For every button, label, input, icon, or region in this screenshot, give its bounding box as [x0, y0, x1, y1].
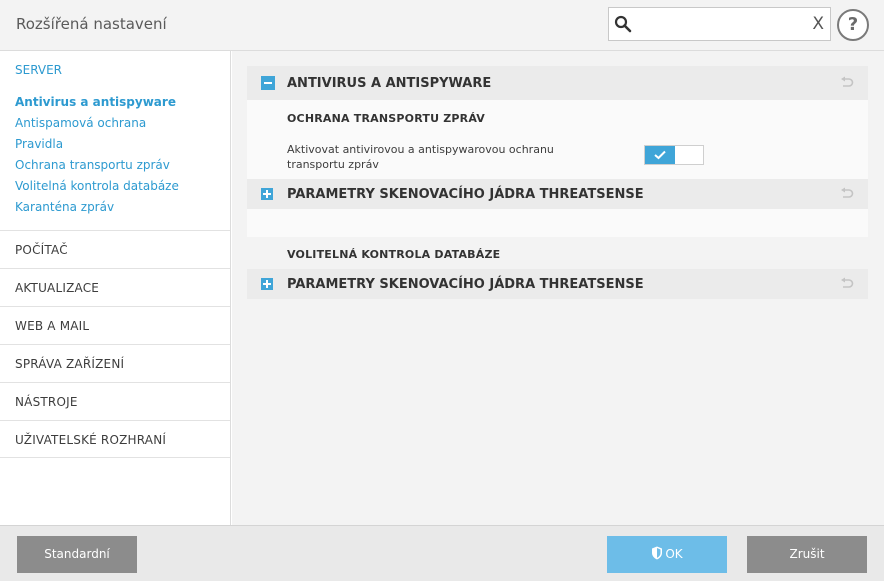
sidebar-category-user-interface[interactable]: UŽIVATELSKÉ ROZHRANÍ — [0, 420, 230, 458]
transport-protection-toggle[interactable] — [644, 145, 704, 165]
collapse-icon[interactable] — [261, 76, 275, 90]
footer-bar: Standardní OK Zrušit — [0, 525, 884, 581]
sidebar-item-quarantine[interactable]: Karanténa zpráv — [15, 200, 179, 221]
engine-params-label-2: PARAMETRY SKENOVACÍHO JÁDRA THREATSENSE — [287, 277, 644, 292]
engine-params-label-1: PARAMETRY SKENOVACÍHO JÁDRA THREATSENSE — [287, 187, 644, 202]
sidebar-categories: POČÍTAČ AKTUALIZACE WEB A MAIL SPRÁVA ZA… — [0, 230, 230, 458]
sidebar-category-tools[interactable]: NÁSTROJE — [0, 382, 230, 420]
window-header: Rozšířená nastavení X ? — [0, 0, 884, 51]
database-scan-heading: VOLITELNÁ KONTROLA DATABÁZE — [287, 248, 501, 261]
expand-icon[interactable] — [261, 278, 273, 290]
cancel-button[interactable]: Zrušit — [747, 536, 867, 573]
revert-icon[interactable] — [840, 76, 854, 90]
transport-protection-group: OCHRANA TRANSPORTU ZPRÁV Aktivovat antiv… — [247, 100, 868, 179]
sidebar: SERVER Antivirus a antispyware Antispamo… — [0, 51, 231, 525]
shield-icon — [652, 546, 663, 560]
spacer-row — [247, 209, 868, 237]
section-header-antivirus[interactable]: ANTIVIRUS A ANTISPYWARE — [247, 66, 868, 100]
standard-button[interactable]: Standardní — [17, 536, 137, 573]
sidebar-item-rules[interactable]: Pravidla — [15, 137, 179, 158]
sidebar-section-server[interactable]: SERVER — [15, 63, 62, 77]
engine-params-row-2[interactable]: PARAMETRY SKENOVACÍHO JÁDRA THREATSENSE — [247, 269, 868, 299]
toggle-on-state — [645, 146, 675, 164]
transport-heading: OCHRANA TRANSPORTU ZPRÁV — [287, 112, 486, 125]
transport-option-label: Aktivovat antivirovou a antispywarovou o… — [287, 143, 554, 171]
search-icon — [614, 15, 632, 33]
database-scan-group: VOLITELNÁ KONTROLA DATABÁZE — [247, 237, 868, 269]
clear-search-icon[interactable]: X — [812, 14, 824, 34]
sidebar-item-antispam[interactable]: Antispamová ochrana — [15, 116, 179, 137]
sidebar-category-computer[interactable]: POČÍTAČ — [0, 230, 230, 268]
revert-icon[interactable] — [840, 187, 854, 201]
search-input[interactable] — [639, 12, 809, 36]
checkmark-icon — [654, 150, 666, 160]
settings-panel: ANTIVIRUS A ANTISPYWARE OCHRANA TRANSPOR… — [232, 51, 884, 525]
sidebar-item-database-scan[interactable]: Volitelná kontrola databáze — [15, 179, 179, 200]
search-box[interactable]: X — [608, 7, 831, 41]
engine-params-row-1[interactable]: PARAMETRY SKENOVACÍHO JÁDRA THREATSENSE — [247, 179, 868, 209]
sidebar-category-update[interactable]: AKTUALIZACE — [0, 268, 230, 306]
revert-icon[interactable] — [840, 277, 854, 291]
section-title: ANTIVIRUS A ANTISPYWARE — [287, 76, 492, 91]
expand-icon[interactable] — [261, 188, 273, 200]
window-title: Rozšířená nastavení — [16, 15, 167, 33]
ok-label: OK — [665, 547, 683, 561]
sidebar-category-device-control[interactable]: SPRÁVA ZAŘÍZENÍ — [0, 344, 230, 382]
sidebar-subitems: Antivirus a antispyware Antispamová ochr… — [15, 95, 179, 221]
sidebar-item-transport-protection[interactable]: Ochrana transportu zpráv — [15, 158, 179, 179]
ok-button[interactable]: OK — [607, 536, 727, 573]
sidebar-category-web-mail[interactable]: WEB A MAIL — [0, 306, 230, 344]
sidebar-item-antivirus[interactable]: Antivirus a antispyware — [15, 95, 179, 116]
help-button[interactable]: ? — [837, 9, 869, 41]
